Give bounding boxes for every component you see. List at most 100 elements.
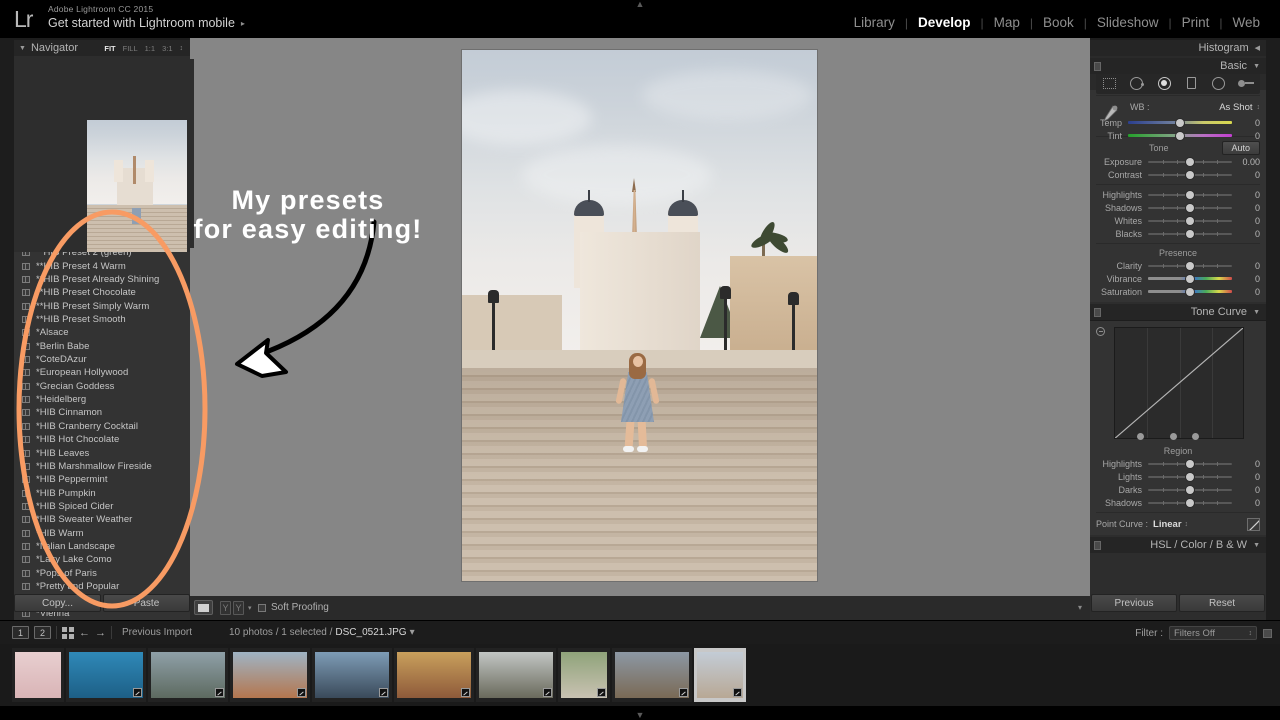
module-web[interactable]: Web <box>1222 15 1270 31</box>
slider-value[interactable]: 0 <box>1238 229 1260 239</box>
preset-item[interactable]: *Lazy Lake Como <box>14 553 190 566</box>
filter-stepper-icon[interactable]: ↕ <box>1249 630 1253 637</box>
slider-value[interactable]: 0 <box>1238 131 1260 141</box>
identity-arrow-icon[interactable]: ▸ <box>241 16 245 32</box>
slider-track-area[interactable] <box>1148 486 1232 494</box>
tone-curve-graph[interactable] <box>1114 327 1244 439</box>
basic-header[interactable]: Basic ▼ <box>1090 58 1266 74</box>
slider-knob[interactable] <box>1186 230 1194 238</box>
tone-curve-panel-switch[interactable] <box>1094 308 1101 317</box>
filmstrip[interactable] <box>0 644 1280 706</box>
slider-shadows[interactable]: Shadows 0 <box>1090 496 1266 509</box>
slider-value[interactable]: 0 <box>1238 472 1260 482</box>
preset-item[interactable]: *CoteDAzur <box>14 353 190 366</box>
filmstrip-thumbnail[interactable] <box>66 648 146 702</box>
slider-lights[interactable]: Lights 0 <box>1090 470 1266 483</box>
slider-track-area[interactable] <box>1148 288 1232 296</box>
tone-curve-handle[interactable] <box>1170 433 1177 440</box>
grid-view-icon[interactable] <box>62 626 74 639</box>
module-slideshow[interactable]: Slideshow <box>1087 15 1169 31</box>
slider-track-area[interactable] <box>1148 499 1232 507</box>
source-label[interactable]: Previous Import <box>122 627 192 638</box>
triangle-down-icon[interactable]: ▼ <box>1253 63 1260 70</box>
slider-knob[interactable] <box>1186 486 1194 494</box>
module-print[interactable]: Print <box>1172 15 1220 31</box>
toolbar-caret-icon[interactable]: ▾ <box>1078 603 1082 612</box>
filename-caret-icon[interactable]: ▾ <box>410 627 415 638</box>
preset-item[interactable]: *HIB Cranberry Cocktail <box>14 420 190 433</box>
slider-knob[interactable] <box>1186 204 1194 212</box>
preset-item[interactable]: *European Hollywood <box>14 366 190 379</box>
preset-item[interactable]: *HIB Marshmallow Fireside <box>14 460 190 473</box>
zoom-level-1-1[interactable]: 1:1 <box>145 44 155 53</box>
radial-filter-icon[interactable] <box>1211 75 1227 91</box>
slider-value[interactable]: 0 <box>1238 485 1260 495</box>
triangle-down-icon[interactable]: ▼ <box>1253 542 1260 549</box>
slider-value[interactable]: 0 <box>1238 216 1260 226</box>
slider-value[interactable]: 0 <box>1238 498 1260 508</box>
zoom-level-fit[interactable]: FIT <box>104 44 115 53</box>
preset-item[interactable]: *Pops of Paris <box>14 567 190 580</box>
module-book[interactable]: Book <box>1033 15 1084 31</box>
preset-item[interactable]: **HIB Preset 4 Warm <box>14 259 190 272</box>
triangle-left-icon[interactable]: ◀ <box>1255 44 1260 52</box>
module-library[interactable]: Library <box>844 15 905 31</box>
identity-plate[interactable]: Adobe Lightroom CC 2015 Get started with… <box>48 4 245 32</box>
slider-highlights[interactable]: Highlights 0 <box>1090 457 1266 470</box>
preset-item[interactable]: *HIB Cinnamon <box>14 406 190 419</box>
slider-track-area[interactable] <box>1148 460 1232 468</box>
module-map[interactable]: Map <box>984 15 1030 31</box>
zoom-level-3-1[interactable]: 3:1 <box>162 44 172 53</box>
slider-value[interactable]: 0 <box>1238 261 1260 271</box>
preset-item[interactable]: *HIB Spiced Cider <box>14 500 190 513</box>
loupe-photo[interactable] <box>461 49 818 582</box>
filmstrip-thumbnail[interactable] <box>476 648 556 702</box>
slider-track-area[interactable] <box>1148 275 1232 283</box>
slider-value[interactable]: 0 <box>1238 190 1260 200</box>
tone-curve-handle[interactable] <box>1192 433 1199 440</box>
filter-select[interactable]: Filters Off ↕ <box>1169 626 1257 640</box>
zoom-stepper-icon[interactable]: ↕ <box>180 45 184 52</box>
zoom-level-fill[interactable]: FILL <box>123 44 138 53</box>
slider-knob[interactable] <box>1176 132 1184 140</box>
preset-item[interactable]: *Alsace <box>14 326 190 339</box>
slider-knob[interactable] <box>1186 158 1194 166</box>
screen-1-button[interactable]: 1 <box>12 626 29 639</box>
triangle-down-icon[interactable]: ▼ <box>19 45 26 52</box>
white-balance-selector-icon[interactable] <box>1098 103 1120 125</box>
presets-list[interactable]: **HIB Preset 2 (green) **HIB Preset 4 War… <box>14 252 190 634</box>
preset-item[interactable]: *HIB Leaves <box>14 446 190 459</box>
slider-track-area[interactable] <box>1148 230 1232 238</box>
before-after-y2-icon[interactable]: Y <box>233 601 244 615</box>
copy-button[interactable]: Copy... <box>14 594 101 612</box>
filmstrip-thumbnail[interactable] <box>12 648 64 702</box>
slider-darks[interactable]: Darks 0 <box>1090 483 1266 496</box>
slider-track-area[interactable] <box>1148 217 1232 225</box>
preset-item[interactable]: *Pretty and Popular <box>14 580 190 593</box>
module-develop[interactable]: Develop <box>908 15 981 31</box>
slider-contrast[interactable]: Contrast 0 <box>1090 168 1266 181</box>
tone-curve-header[interactable]: Tone Curve ▼ <box>1090 304 1266 320</box>
slider-knob[interactable] <box>1186 460 1194 468</box>
curve-mode-button[interactable] <box>1247 517 1260 531</box>
slider-value[interactable]: 0 <box>1238 170 1260 180</box>
adjustment-brush-icon[interactable] <box>1238 75 1255 91</box>
auto-tone-button[interactable]: Auto <box>1221 140 1261 155</box>
before-after-y-icon[interactable]: Y <box>220 601 231 615</box>
preset-item[interactable]: **HIB Preset 2 (green) <box>14 252 190 259</box>
slider-track-area[interactable] <box>1128 119 1232 127</box>
soft-proofing-group[interactable]: Soft Proofing <box>258 602 329 613</box>
filter-toggle-switch[interactable] <box>1263 628 1272 638</box>
target-adjustment-icon[interactable] <box>1096 327 1105 336</box>
preset-item[interactable]: *HIB Hot Chocolate <box>14 433 190 446</box>
slider-value[interactable]: 0 <box>1238 118 1260 128</box>
screen-2-button[interactable]: 2 <box>34 626 51 639</box>
filmstrip-thumbnail[interactable] <box>230 648 310 702</box>
slider-tint[interactable]: Tint 0 <box>1090 129 1266 142</box>
bottom-panel-toggle[interactable]: ▼ <box>635 711 645 720</box>
preset-item[interactable]: *HIB Peppermint <box>14 473 190 486</box>
histogram-header[interactable]: Histogram ◀ <box>1090 40 1266 56</box>
slider-exposure[interactable]: Exposure 0.00 <box>1090 155 1266 168</box>
soft-proofing-checkbox[interactable] <box>258 603 266 612</box>
preset-item[interactable]: *Italian Landscape <box>14 540 190 553</box>
